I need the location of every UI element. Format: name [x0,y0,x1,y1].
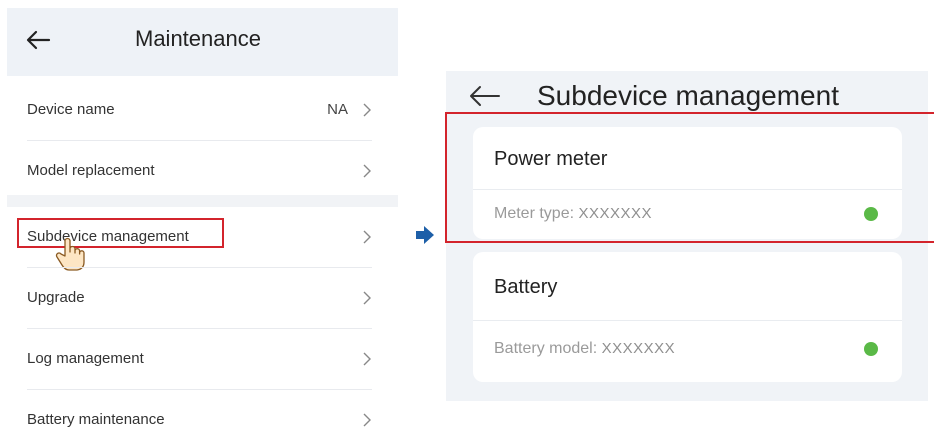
chevron-right-icon [363,164,371,178]
menu-item-label: Upgrade [27,289,85,306]
chevron-right-icon [363,103,371,117]
menu-item-upgrade[interactable]: Upgrade [7,268,398,329]
menu-item-value: NA [327,101,348,118]
page-title: Subdevice management [537,80,839,111]
maintenance-header: Maintenance [7,8,398,76]
menu-item-label: Model replacement [27,162,155,179]
field-value: XXXXXXX [601,340,676,357]
chevron-right-icon [363,291,371,305]
page-title: Maintenance [135,26,261,51]
battery-model-field: Battery model: XXXXXXX [494,340,675,358]
menu-item-label: Battery maintenance [27,411,165,428]
chevron-right-icon [363,230,371,244]
highlight-frame [445,112,934,243]
group-separator [7,195,398,207]
battery-card[interactable]: Battery Battery model: XXXXXXX [473,252,902,382]
menu-item-device-name[interactable]: Device name NA [7,80,398,141]
menu-item-label: Device name [27,101,115,118]
menu-group-management: Subdevice management Upgrade Log managem… [7,207,398,443]
chevron-right-icon [363,352,371,366]
highlight-box [17,218,224,248]
field-label: Battery model: [494,340,598,357]
chevron-right-icon [363,413,371,427]
maintenance-screen: Maintenance Device name NA Model replace… [7,8,398,443]
menu-group-device: Device name NA Model replacement [7,80,398,202]
back-arrow-icon[interactable] [23,25,53,55]
menu-item-model-replacement[interactable]: Model replacement [7,141,398,202]
menu-item-battery-maintenance[interactable]: Battery maintenance [7,390,398,443]
arrow-right-icon [416,226,434,244]
menu-item-label: Log management [27,350,144,367]
divider [473,320,902,321]
menu-item-subdevice-management[interactable]: Subdevice management [7,207,398,271]
menu-item-log-management[interactable]: Log management [7,329,398,390]
back-arrow-icon[interactable] [468,82,502,110]
status-dot-icon [864,342,878,356]
card-title: Battery [494,276,558,298]
